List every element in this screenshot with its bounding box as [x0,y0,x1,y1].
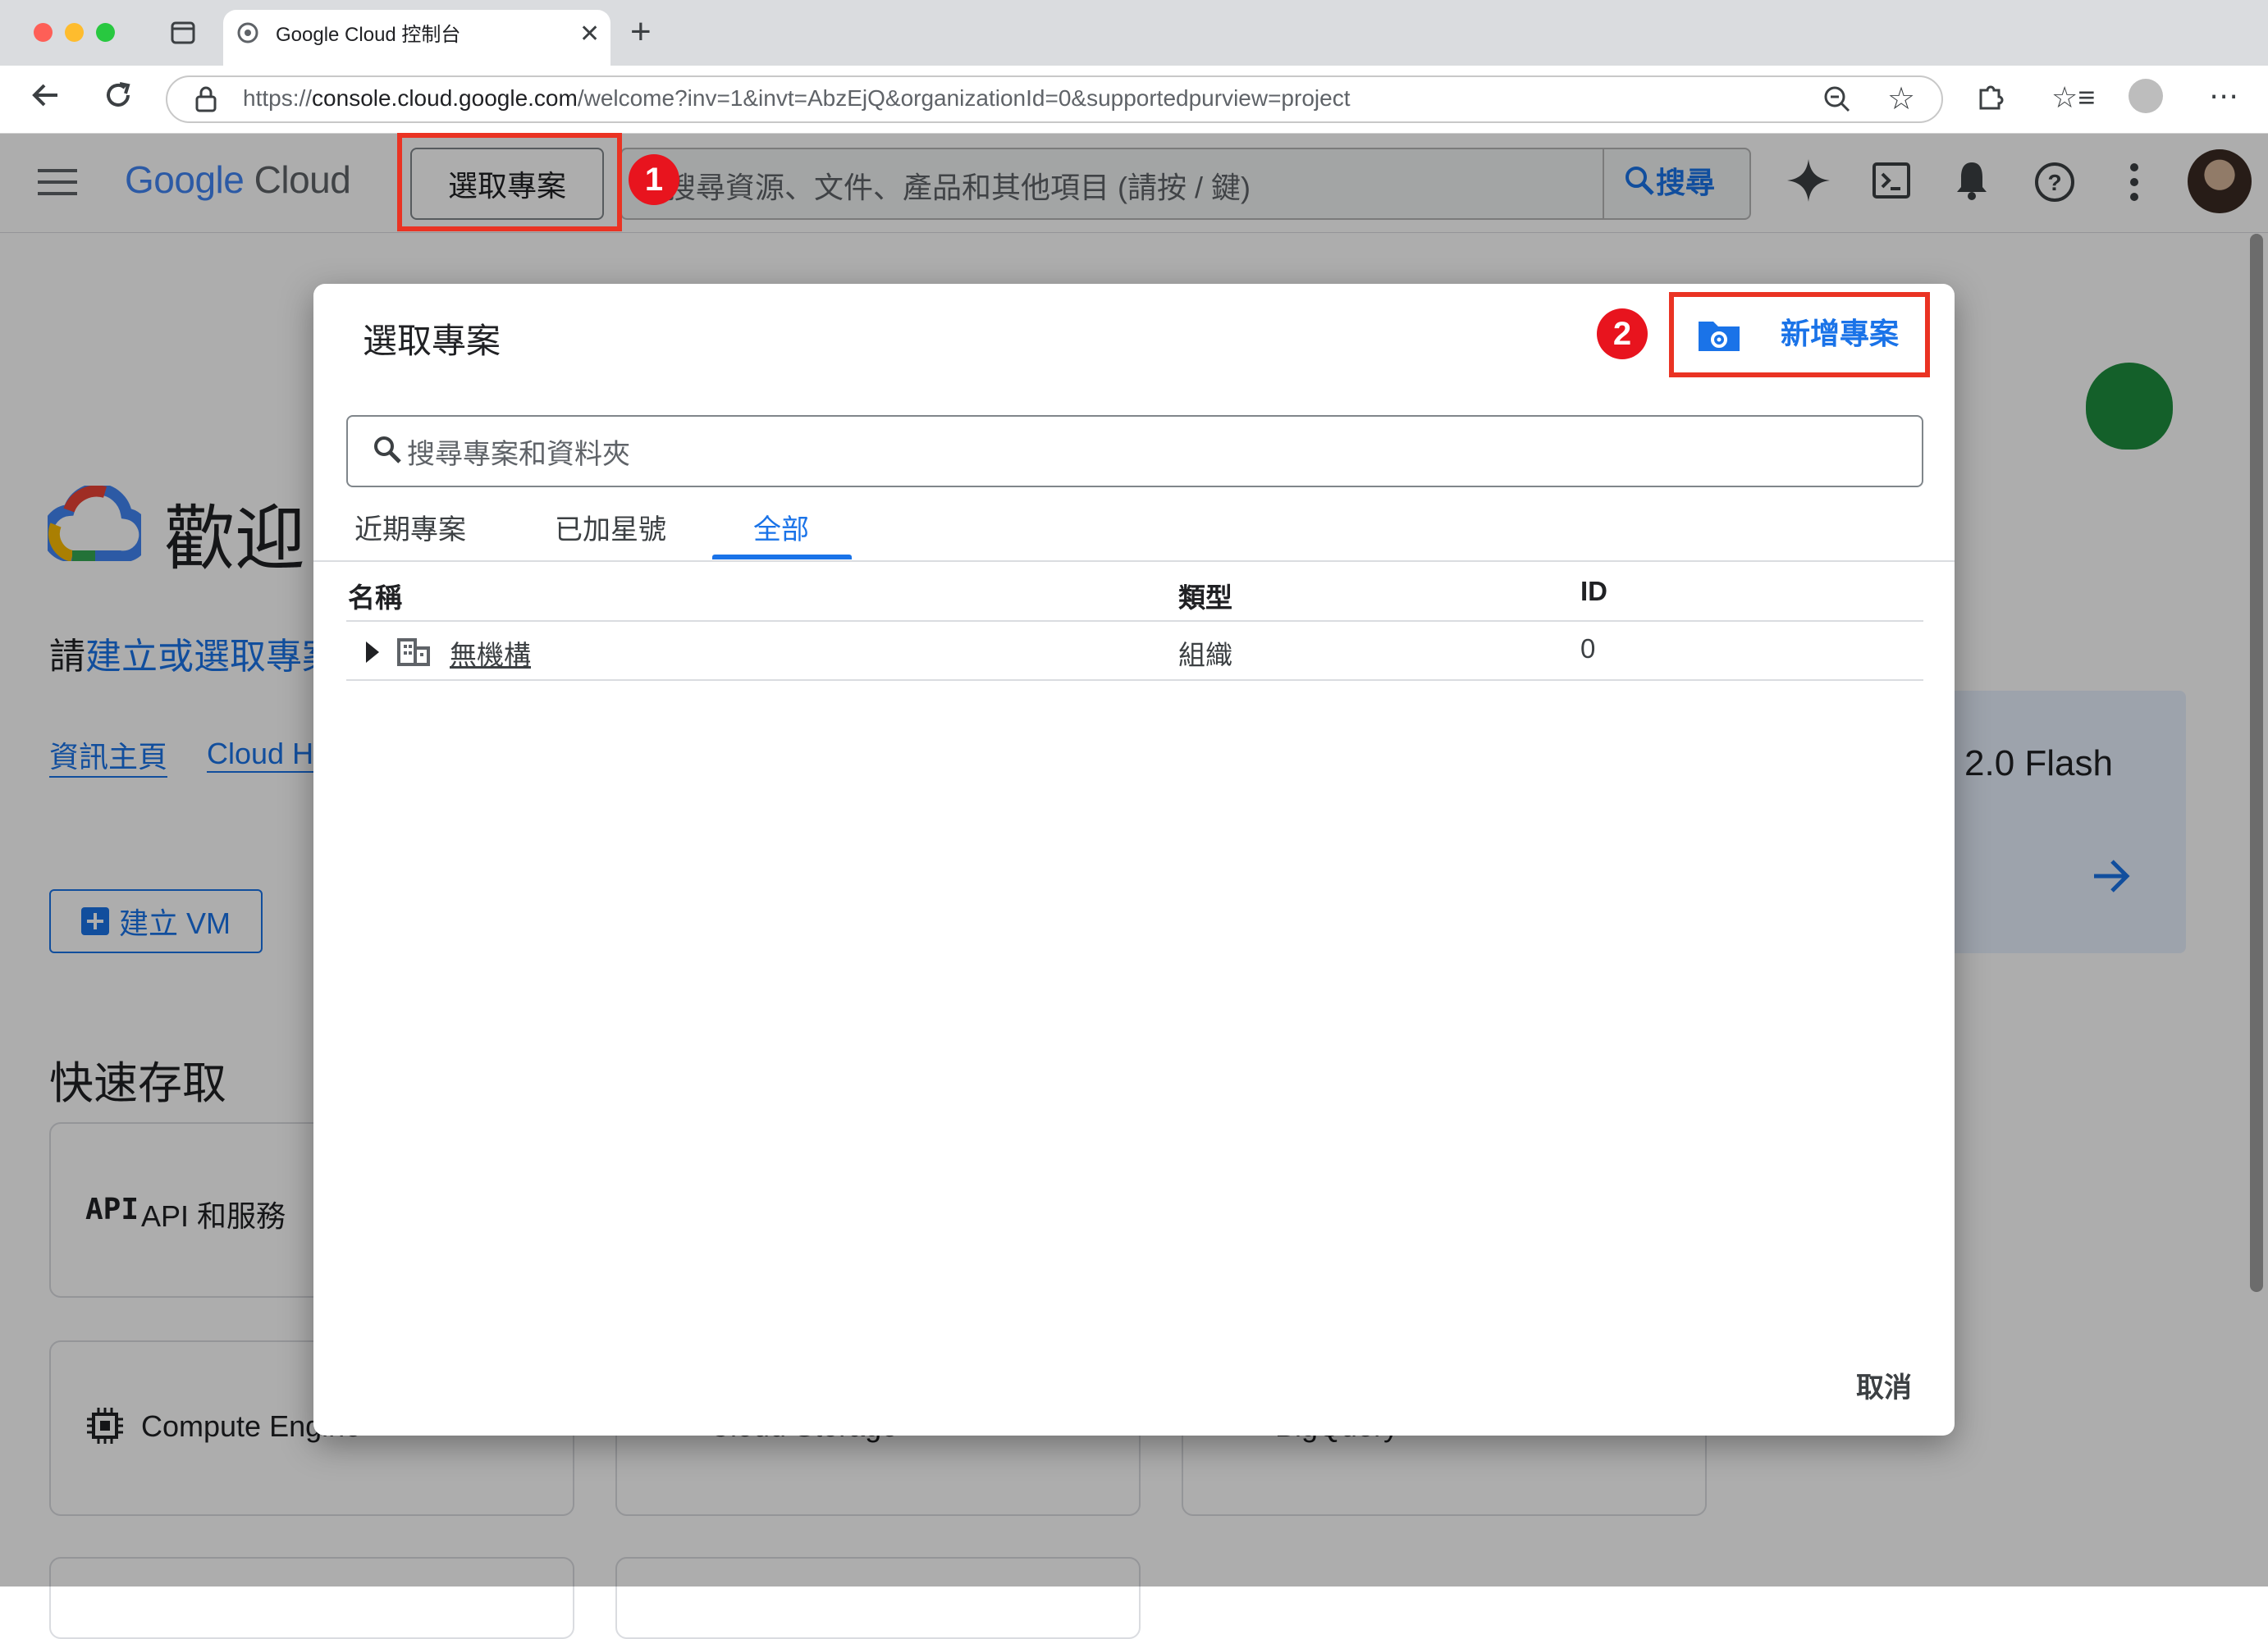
table-row[interactable] [346,622,1923,679]
browser-profile-icon[interactable] [2129,79,2163,113]
url-host: console.cloud.google.com [312,85,578,111]
column-header-type[interactable]: 類型 [1178,576,1232,615]
project-search-placeholder: 搜尋專案和資料夾 [407,439,630,470]
back-arrow-icon[interactable] [30,79,62,116]
browser-menu-icon[interactable]: ⋯ [2209,79,2238,113]
active-tab-indicator [712,555,852,559]
sidebar-toggle-icon[interactable] [171,21,195,48]
annotation-highlight-new-project [1669,292,1930,377]
column-header-name[interactable]: 名稱 [348,576,402,615]
annotation-badge-2: 2 [1597,308,1648,359]
bookmark-star-icon[interactable]: ☆ [1887,80,1915,117]
annotation-highlight-project-picker [397,133,622,231]
organization-building-icon [397,637,430,670]
reload-icon[interactable] [102,79,135,116]
annotation-badge-1: 1 [629,154,679,205]
url-path: /welcome?inv=1&invt=AbzEjQ&organizationI… [577,85,1351,111]
zoom-icon[interactable] [1823,85,1851,117]
dialog-title: 選取專案 [363,322,501,360]
browser-tab-title: Google Cloud 控制台 [276,24,461,46]
window-maximize-button[interactable] [96,23,115,42]
tab-starred[interactable]: 已加星號 [555,507,666,547]
site-info-lock-icon[interactable] [194,85,218,117]
tab-all[interactable]: 全部 [753,507,809,547]
tabs-divider [313,560,1955,562]
url-prefix: https:// [243,85,313,111]
expand-arrow-icon[interactable] [364,640,381,669]
organization-id: 0 [1580,633,1596,664]
window-minimize-button[interactable] [65,23,84,42]
row-divider [346,679,1923,681]
organization-type: 組織 [1178,640,1232,670]
column-header-id[interactable]: ID [1580,576,1607,607]
chrome-favicon-icon [236,21,259,48]
window-close-button[interactable] [34,23,53,42]
extensions-icon[interactable] [1976,82,2005,116]
tab-close-icon[interactable]: ✕ [579,20,600,48]
cancel-button[interactable]: 取消 [1856,1365,1912,1405]
tab-recent-projects[interactable]: 近期專案 [354,507,466,547]
new-tab-icon[interactable]: + [630,11,652,53]
url-text: https://console.cloud.google.com/welcome… [243,85,1350,112]
favorites-icon[interactable]: ☆≡ [2051,80,2095,115]
organization-name-link[interactable]: 無機構 [450,633,531,673]
page-scrollbar[interactable] [2250,234,2263,1292]
search-icon [373,435,402,468]
